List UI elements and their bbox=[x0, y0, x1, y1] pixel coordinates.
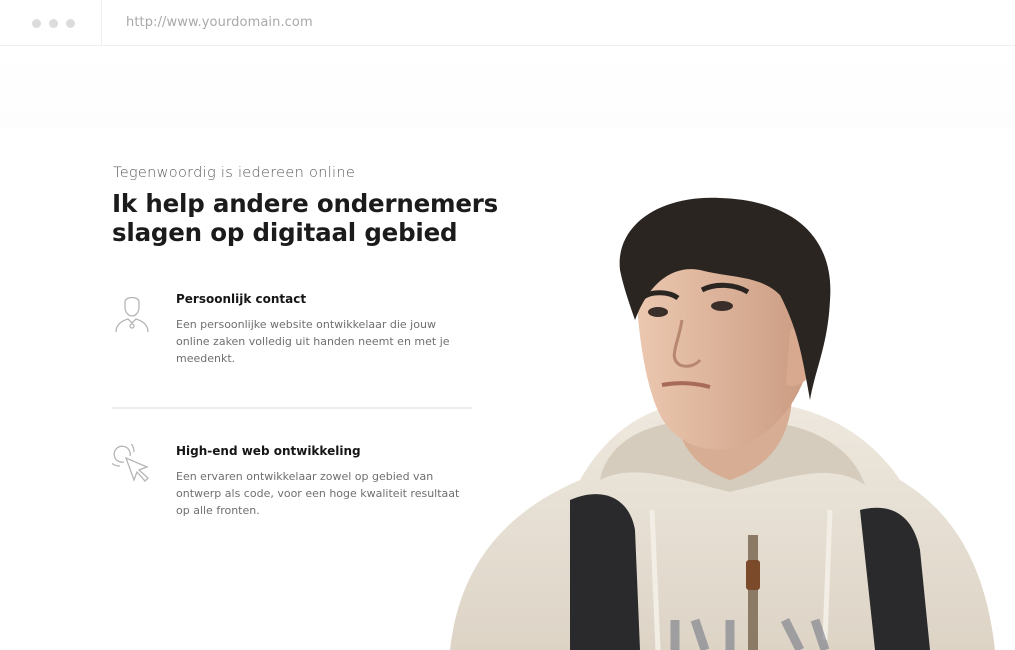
feature-title: High-end web ontwikkeling bbox=[176, 444, 361, 458]
feature-description: Een persoonlijke website ontwikkelaar di… bbox=[176, 318, 450, 365]
browser-toolbar: http://www.yourdomain.com bbox=[0, 0, 1015, 46]
header-band bbox=[0, 47, 1015, 127]
feature-title: Persoonlijk contact bbox=[176, 292, 307, 306]
person-icon bbox=[112, 292, 152, 333]
window-controls bbox=[32, 19, 75, 28]
window-dot-minimize[interactable] bbox=[49, 19, 58, 28]
cursor-click-icon bbox=[105, 437, 152, 484]
window-dot-maximize[interactable] bbox=[66, 19, 75, 28]
window-dot-close[interactable] bbox=[32, 19, 41, 28]
section-divider bbox=[112, 407, 472, 409]
address-bar[interactable]: http://www.yourdomain.com bbox=[126, 15, 313, 30]
hero-portrait-image bbox=[430, 180, 1015, 650]
hero-eyebrow: Tegenwoordig is iedereen online bbox=[113, 165, 356, 181]
toolbar-divider bbox=[101, 0, 102, 46]
page: http://www.yourdomain.com Tegenwoordig i… bbox=[0, 0, 1015, 650]
headline-line-2: slagen op digitaal gebied bbox=[112, 218, 458, 247]
feature-description: Een ervaren ontwikkelaar zowel op gebied… bbox=[176, 470, 460, 517]
